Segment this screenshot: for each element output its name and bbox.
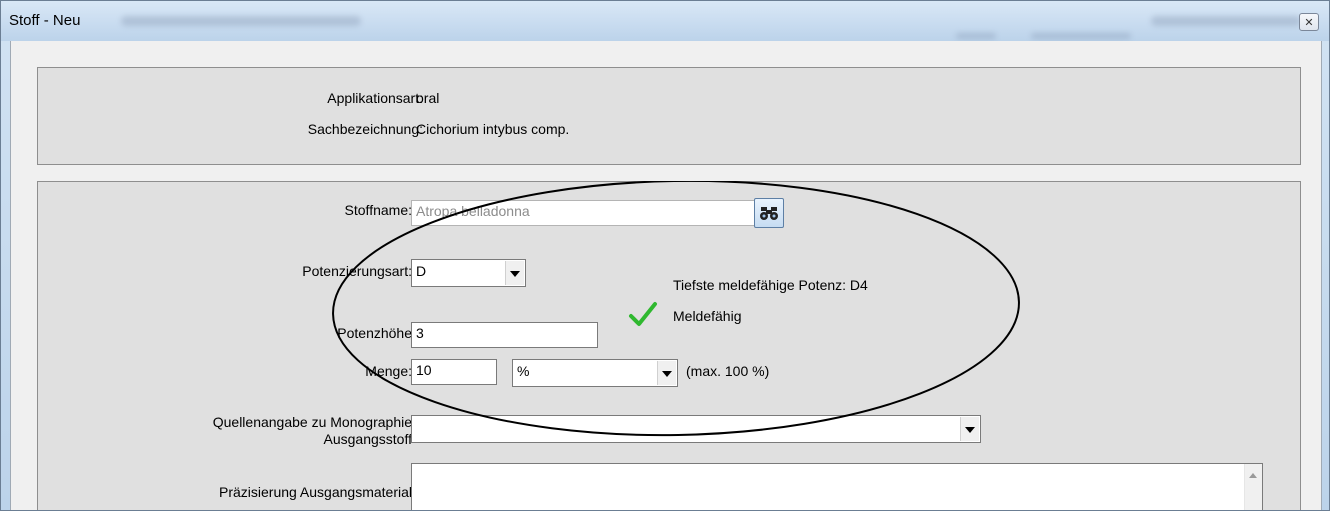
background-window-text — [956, 33, 996, 39]
applikationsart-value: oral — [416, 90, 440, 106]
background-window-text — [1151, 16, 1301, 26]
praezisierung-label: Präzisierung Ausgangsmaterial — [219, 484, 412, 500]
info-group: Applikationsart: oral Sachbezeichnung: C… — [37, 67, 1301, 165]
sachbezeichnung-label: Sachbezeichnung: — [307, 121, 423, 137]
title-bar[interactable]: Stoff - Neu ✕ — [1, 1, 1329, 41]
window-title: Stoff - Neu — [9, 12, 81, 29]
scroll-up-icon[interactable] — [1249, 473, 1257, 478]
close-icon: ✕ — [1304, 16, 1314, 29]
sachbezeichnung-value: Cichorium intybus comp. — [416, 121, 570, 137]
textarea-scrollbar[interactable] — [1244, 464, 1262, 510]
applikationsart-label: Applikationsart: — [327, 90, 423, 106]
background-window-text — [121, 16, 361, 26]
background-window-text — [1031, 33, 1131, 39]
annotation-ellipse — [332, 181, 1020, 437]
dialog-client-area: Applikationsart: oral Sachbezeichnung: C… — [10, 41, 1322, 510]
close-button[interactable]: ✕ — [1299, 13, 1319, 31]
stoff-neu-window: Stoff - Neu ✕ Applikationsart: oral Sach… — [0, 0, 1330, 511]
